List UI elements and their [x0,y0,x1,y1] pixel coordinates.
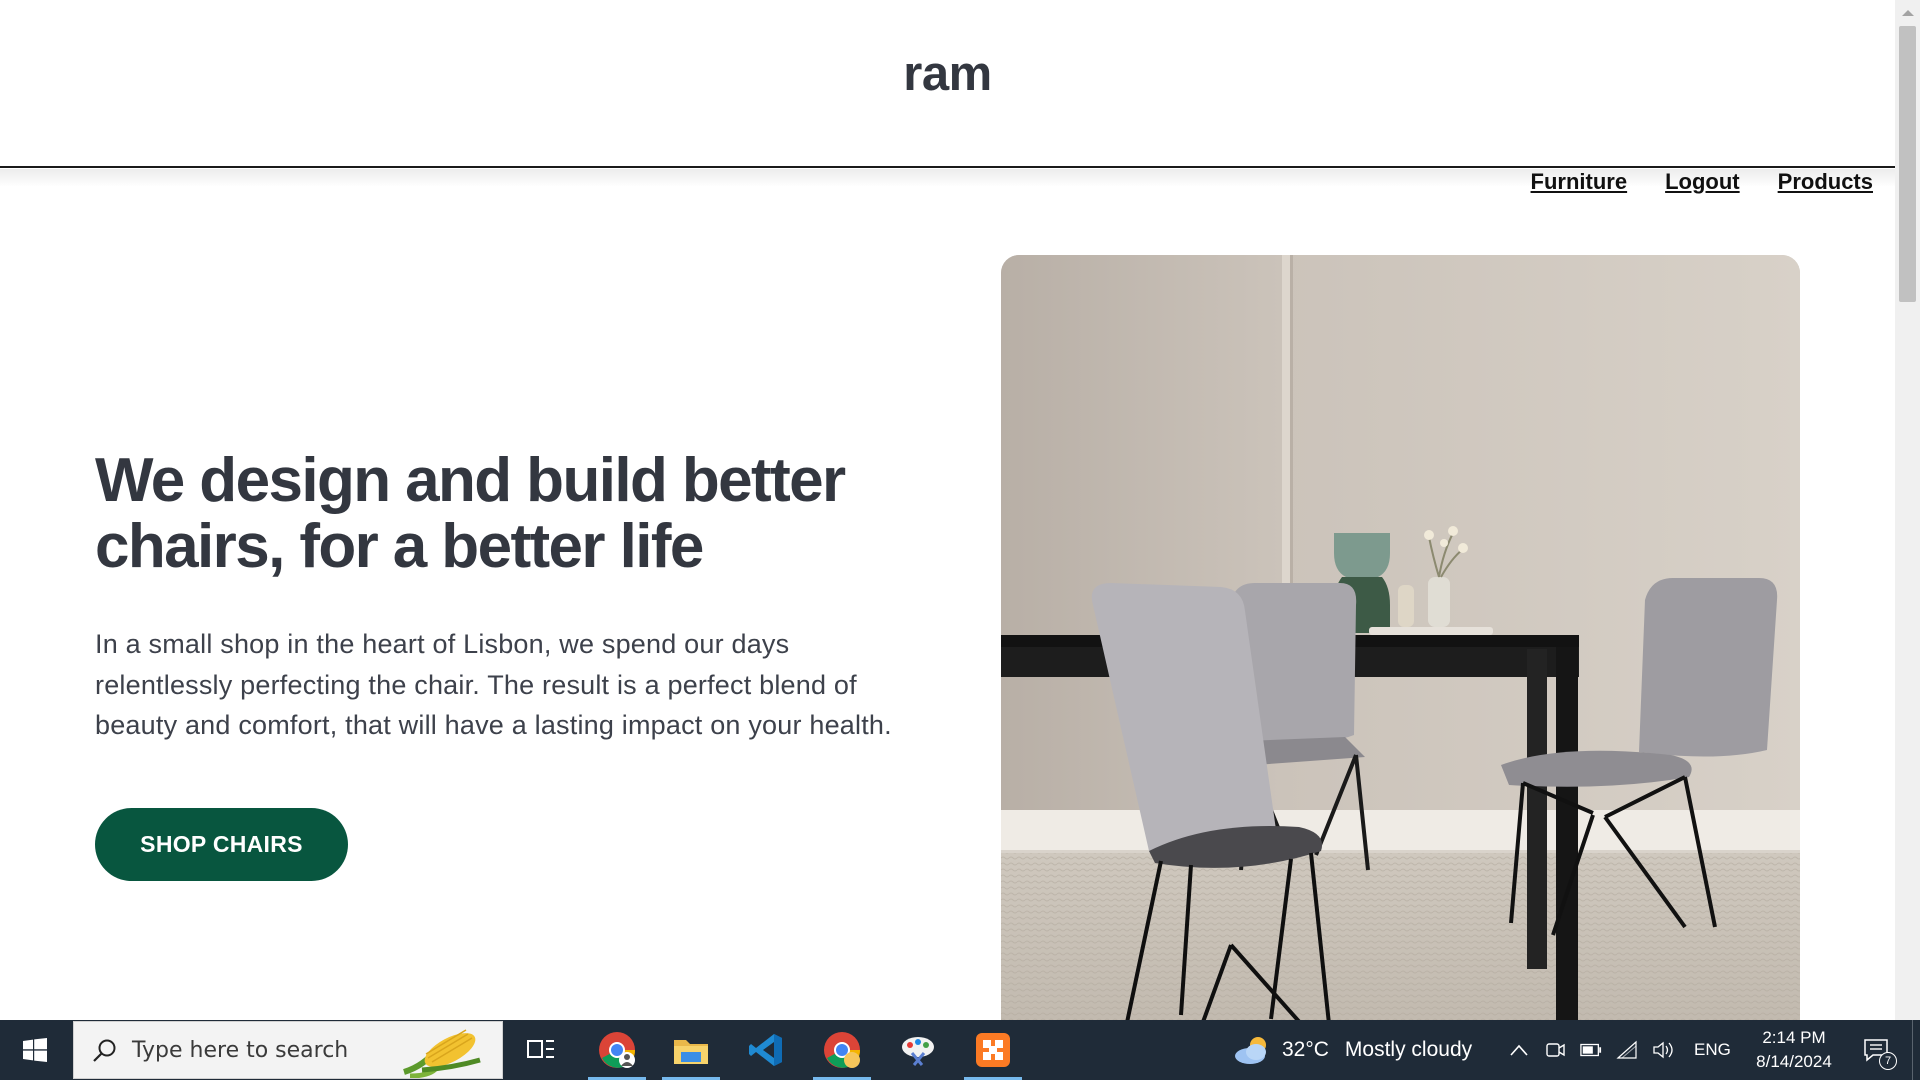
nav-link-products[interactable]: Products [1778,168,1873,195]
taskbar: Type here to search 32°C Mostly cloudy E… [0,1020,1920,1080]
nav-link-logout[interactable]: Logout [1665,168,1740,195]
taskbar-clock[interactable]: 2:14 PM 8/14/2024 [1734,1026,1854,1074]
hero-image [1001,255,1800,1020]
shop-chairs-button[interactable]: SHOP CHAIRS [95,808,348,881]
hero-heading: We design and build better chairs, for a… [95,446,846,581]
wifi-icon[interactable] [1616,1039,1638,1061]
page-scrollbar[interactable] [1895,0,1920,1020]
volume-icon[interactable] [1652,1039,1674,1061]
taskbar-search-input[interactable]: Type here to search [73,1021,503,1079]
main-nav: Furniture Logout Products [1531,168,1873,195]
search-icon [93,1039,116,1062]
browser-viewport: ram Furniture Logout Products We design … [0,0,1895,1020]
chrome-icon[interactable] [586,1020,648,1080]
scroll-thumb[interactable] [1899,26,1916,302]
language-indicator[interactable]: ENG [1694,1040,1731,1060]
search-placeholder: Type here to search [132,1038,349,1063]
weather-temp: 32°C [1282,1038,1329,1061]
brand-logo[interactable]: ram [0,46,1895,102]
file-explorer-icon[interactable] [660,1020,722,1080]
chrome-canary-icon[interactable] [811,1020,873,1080]
scroll-up-arrow-icon[interactable] [1895,0,1920,25]
task-view-icon[interactable] [510,1020,572,1080]
vscode-icon[interactable] [735,1020,797,1080]
site-header: ram [0,0,1895,168]
weather-widget[interactable]: 32°C Mostly cloudy [1232,1020,1472,1080]
windows-start-icon[interactable] [0,1020,70,1080]
corn-icon [403,1029,481,1078]
notification-center-icon[interactable]: 7 [1852,1020,1900,1080]
meet-now-icon[interactable] [1544,1039,1566,1061]
nav-link-furniture[interactable]: Furniture [1531,168,1628,195]
hero-description: In a small shop in the heart of Lisbon, … [95,629,892,740]
battery-icon[interactable] [1580,1039,1602,1061]
weather-condition: Mostly cloudy [1344,1038,1473,1061]
clock-time: 2:14 PM [1762,1028,1826,1047]
paint-icon[interactable] [887,1020,949,1080]
system-tray: ENG [1508,1020,1731,1080]
xampp-icon[interactable] [962,1020,1024,1080]
chevron-up-icon[interactable] [1508,1039,1530,1061]
notification-count-badge: 7 [1879,1052,1897,1070]
cloudy-weather-icon [1235,1037,1266,1064]
show-desktop-button[interactable] [1912,1020,1920,1080]
clock-date: 8/14/2024 [1756,1052,1832,1071]
